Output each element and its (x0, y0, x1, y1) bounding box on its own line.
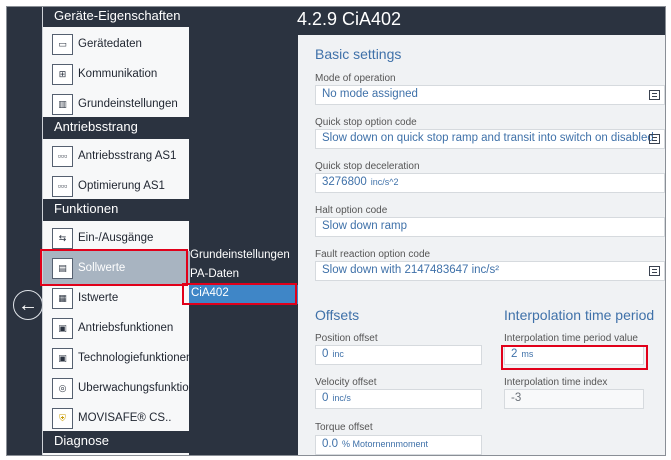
position-offset-input[interactable]: 0 inc (315, 345, 482, 365)
interpolation-value-input[interactable]: 2 ms (504, 345, 644, 365)
subnav-item-grundeinstellungen[interactable]: Grundeinstellungen (189, 247, 299, 266)
drive-train-icon: ▫▫▫ (52, 145, 73, 167)
subnav-item-pa-daten[interactable]: PA-Daten (189, 266, 299, 285)
quick-stop-option-select[interactable]: Slow down on quick stop ramp and transit… (315, 129, 665, 149)
optimization-icon: ▫▫▫ (52, 175, 73, 197)
basic-settings-heading: Basic settings (315, 46, 402, 62)
sidebar-item-technologiefunktionen[interactable]: ▣ Technologiefunktionen (43, 341, 190, 375)
mode-of-operation-label: Mode of operation (315, 73, 396, 84)
category-funktionen: Funktionen (43, 199, 190, 221)
velocity-offset-input[interactable]: 0 inc/s (315, 389, 482, 409)
interpolation-index-field: -3 (504, 389, 644, 409)
interpolation-index-label: Interpolation time index (504, 377, 608, 388)
back-arrow-icon[interactable]: ← (13, 290, 43, 320)
halt-option-label: Halt option code (315, 205, 388, 216)
quick-stop-deceleration-label: Quick stop deceleration (315, 161, 420, 172)
monitoring-eye-icon: ◎ (52, 377, 73, 399)
sidebar-item-optimierung-as1[interactable]: ▫▫▫ Optimierung AS1 (43, 169, 190, 203)
safety-shield-icon: ⛨ (52, 407, 73, 429)
sidebar-item-istwerte[interactable]: ▦ Istwerte (43, 281, 190, 315)
category-geraete-eigenschaften: Geräte-Eigenschaften (43, 7, 190, 27)
sidebar-item-grundeinstellungen[interactable]: ▥ Grundeinstellungen (43, 87, 190, 121)
setpoint-icon: ▤ (52, 257, 73, 279)
app-window: ← Geräte-Eigenschaften ▭ Gerätedaten ⊞ K… (6, 6, 666, 456)
device-data-icon: ▭ (52, 33, 73, 55)
velocity-offset-label: Velocity offset (315, 377, 377, 388)
sidebar-item-antriebsfunktionen[interactable]: ▣ Antriebsfunktionen (43, 311, 190, 345)
quick-stop-option-label: Quick stop option code (315, 117, 417, 128)
interpolation-value-label: Interpolation time period value (504, 333, 638, 344)
category-diagnose: Diagnose (43, 431, 190, 453)
dropdown-list-icon[interactable] (649, 90, 660, 100)
sidebar-item-movisafe[interactable]: ⛨ MOVISAFE® CS.. (43, 401, 190, 435)
mode-of-operation-select[interactable]: No mode assigned (315, 85, 665, 105)
drive-functions-icon: ▣ (52, 317, 73, 339)
sidebar-item-kommunikation[interactable]: ⊞ Kommunikation (43, 57, 190, 91)
sidebar: Geräte-Eigenschaften ▭ Gerätedaten ⊞ Kom… (42, 7, 190, 455)
sidebar-item-ueberwachungsfunktionen[interactable]: ◎ Überwachungsfunktionen (43, 371, 190, 405)
fault-reaction-label: Fault reaction option code (315, 249, 431, 260)
interpolation-heading: Interpolation time period (504, 307, 655, 323)
io-icon: ⇆ (52, 227, 73, 249)
settings-chart-icon: ▥ (52, 93, 73, 115)
sidebar-item-ein-ausgaenge[interactable]: ⇆ Ein-/Ausgänge (43, 221, 190, 255)
torque-offset-label: Torque offset (315, 422, 373, 433)
category-antriebsstrang: Antriebsstrang (43, 117, 190, 139)
actual-values-icon: ▦ (52, 287, 73, 309)
position-offset-label: Position offset (315, 333, 378, 344)
halt-option-field[interactable]: Slow down ramp (315, 217, 665, 237)
sidebar-item-antriebsstrang-as1[interactable]: ▫▫▫ Antriebsstrang AS1 (43, 139, 190, 173)
content-panel: Basic settings Mode of operation No mode… (298, 35, 665, 455)
sidebar-item-geraetedaten[interactable]: ▭ Gerätedaten (43, 27, 190, 61)
dropdown-list-icon[interactable] (649, 134, 660, 144)
technology-icon: ▣ (52, 347, 73, 369)
offsets-heading: Offsets (315, 307, 360, 323)
torque-offset-input[interactable]: 0.0% Motornennmoment (315, 435, 482, 455)
fault-reaction-select[interactable]: Slow down with 2147483647 inc/s² (315, 261, 665, 281)
network-icon: ⊞ (52, 63, 73, 85)
subnav-item-cia402[interactable]: CiA402 (189, 285, 299, 304)
quick-stop-deceleration-input[interactable]: 3276800 inc/s^2 (315, 173, 665, 193)
page-title: 4.2.9 CiA402 (297, 9, 402, 29)
sidebar-item-sollwerte[interactable]: ▤ Sollwerte (43, 251, 190, 285)
dropdown-list-icon[interactable] (649, 266, 660, 276)
